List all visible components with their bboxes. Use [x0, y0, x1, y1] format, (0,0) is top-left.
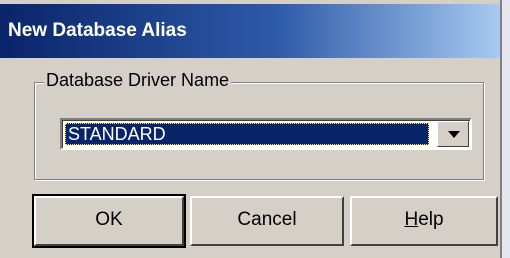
dialog-title: New Database Alias [8, 20, 187, 41]
new-database-alias-dialog: New Database Alias Database Driver Name … [0, 0, 500, 258]
chevron-down-icon [448, 131, 460, 138]
help-label-rest: elp [418, 209, 444, 230]
help-button[interactable]: Help [350, 196, 498, 246]
combo-selected-value[interactable]: STANDARD [65, 123, 429, 145]
database-driver-combobox[interactable]: STANDARD [60, 118, 472, 150]
desktop-background [502, 0, 510, 258]
driver-group-label: Database Driver Name [44, 70, 232, 91]
cancel-button[interactable]: Cancel [190, 196, 344, 246]
ok-button[interactable]: OK [32, 194, 186, 248]
help-accelerator-letter: H [404, 209, 419, 230]
combo-dropdown-button[interactable] [437, 121, 469, 147]
title-bar[interactable]: New Database Alias [0, 4, 500, 58]
